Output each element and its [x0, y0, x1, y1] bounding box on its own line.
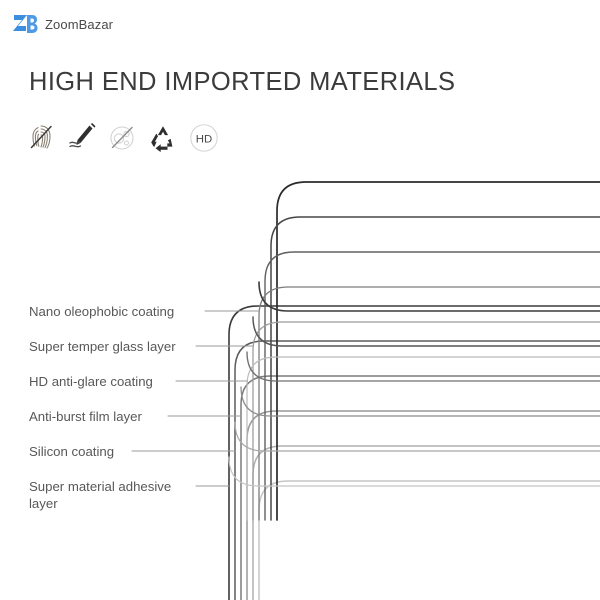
layer-label-line-1: HD anti-glare coating: [29, 374, 153, 389]
layer-label-silicon-coating: Silicon coating: [29, 443, 201, 460]
layer-shape-4: [246, 410, 600, 600]
layer-label-line-1: Super temper glass layer: [29, 339, 176, 354]
layer-label-hd-anti-glare-coating: HD anti-glare coating: [29, 373, 201, 390]
layer-label-super-temper-glass-layer: Super temper glass layer: [29, 338, 201, 355]
infographic-page: ZoomBazar HIGH END IMPORTED MATERIALS HD…: [0, 0, 600, 600]
layer-shape-5: [252, 445, 600, 600]
layer-shape-2: [234, 340, 600, 600]
layer-label-line-2: layer: [29, 496, 58, 511]
layer-label-super-material-adhesive-layer: Super material adhesive layer: [29, 478, 201, 512]
layer-shape-1: [228, 305, 600, 600]
layer-label-anti-burst-film-layer: Anti-burst film layer: [29, 408, 201, 425]
layer-label-line-1: Silicon coating: [29, 444, 115, 459]
layer-label-line-1: Super material adhesive: [29, 479, 172, 494]
layer-bottom-ends: [228, 281, 600, 487]
layer-label-line-1: Anti-burst film layer: [29, 409, 142, 424]
layer-shape-6: [258, 480, 600, 600]
layer-label-nano-oleophobic-coating: Nano oleophobic coating: [29, 303, 201, 320]
layer-shape-3: [240, 375, 600, 600]
layer-sheet-tops: [246, 181, 600, 521]
layer-label-line-1: Nano oleophobic coating: [29, 304, 175, 319]
